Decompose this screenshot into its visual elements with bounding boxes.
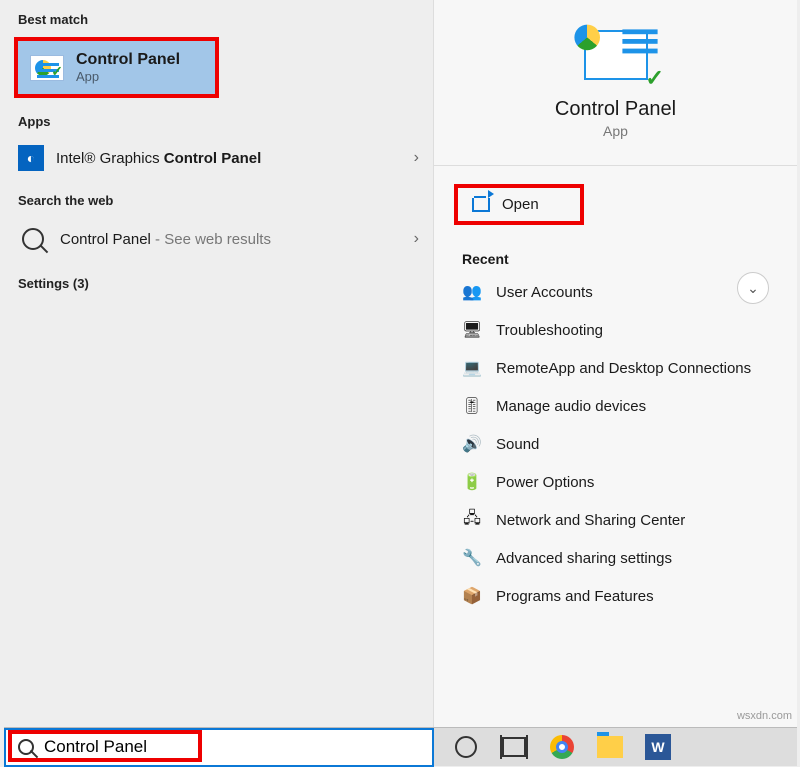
chevron-down-icon: ⌄ — [747, 280, 759, 297]
control-panel-large-icon: ✓ — [584, 30, 648, 80]
remoteapp-icon: 💻 — [462, 358, 482, 378]
divider — [434, 165, 797, 166]
search-icon — [18, 739, 34, 755]
control-panel-icon: ✓ — [30, 55, 64, 81]
app-result-label: Intel® Graphics Control Panel — [56, 150, 261, 167]
app-result-intel-graphics[interactable]: ◐ Intel® Graphics Control Panel › — [4, 135, 433, 181]
open-icon — [472, 198, 490, 212]
chrome-icon[interactable] — [548, 733, 576, 761]
recent-item-programs-features[interactable]: 📦Programs and Features — [434, 577, 797, 615]
detail-pane: ✓ Control Panel App Open ⌄ Recent 👥User … — [434, 0, 797, 727]
detail-title: Control Panel — [555, 98, 676, 121]
user-accounts-icon: 👥 — [462, 282, 482, 302]
recent-heading: Recent — [434, 225, 797, 273]
troubleshooting-icon: 🖥 — [462, 320, 482, 340]
power-icon: 🔋 — [462, 472, 482, 492]
search-icon — [18, 224, 48, 254]
recent-list: 👥User Accounts 🖥Troubleshooting 💻RemoteA… — [434, 273, 797, 615]
expand-button[interactable]: ⌄ — [737, 272, 769, 304]
taskbar-search[interactable] — [4, 728, 434, 767]
recent-item-audio-devices[interactable]: 🎚Manage audio devices — [434, 387, 797, 425]
audio-devices-icon: 🎚 — [462, 396, 482, 416]
sound-icon: 🔊 — [462, 434, 482, 454]
file-explorer-icon[interactable] — [596, 733, 624, 761]
programs-icon: 📦 — [462, 586, 482, 606]
cortana-icon[interactable] — [452, 733, 480, 761]
section-best-match: Best match — [4, 0, 433, 33]
detail-hero: ✓ Control Panel App — [434, 0, 797, 161]
recent-item-network-sharing[interactable]: 🖧Network and Sharing Center — [434, 501, 797, 539]
taskbar: W — [4, 727, 797, 766]
intel-graphics-icon: ◐ — [18, 145, 44, 171]
best-match-result[interactable]: ✓ Control Panel App — [14, 37, 219, 98]
sharing-icon: 🔧 — [462, 548, 482, 568]
recent-item-remoteapp[interactable]: 💻RemoteApp and Desktop Connections — [434, 349, 797, 387]
section-search-web: Search the web — [4, 181, 433, 214]
recent-item-troubleshooting[interactable]: 🖥Troubleshooting — [434, 311, 797, 349]
section-settings[interactable]: Settings (3) — [4, 264, 433, 297]
search-results-pane: Best match ✓ Control Panel App Apps ◐ In… — [4, 0, 434, 727]
recent-item-advanced-sharing[interactable]: 🔧Advanced sharing settings — [434, 539, 797, 577]
chevron-right-icon: › — [414, 230, 419, 248]
recent-item-sound[interactable]: 🔊Sound — [434, 425, 797, 463]
watermark: wsxdn.com — [737, 710, 792, 722]
recent-item-power-options[interactable]: 🔋Power Options — [434, 463, 797, 501]
web-result[interactable]: Control Panel - See web results › — [4, 214, 433, 264]
network-icon: 🖧 — [462, 510, 482, 530]
search-input[interactable] — [44, 737, 420, 757]
open-button[interactable]: Open — [454, 184, 584, 225]
word-icon[interactable]: W — [644, 733, 672, 761]
open-label: Open — [502, 196, 539, 213]
task-view-icon[interactable] — [500, 733, 528, 761]
best-match-subtitle: App — [76, 69, 180, 84]
chevron-right-icon: › — [414, 149, 419, 167]
section-apps: Apps — [4, 102, 433, 135]
web-result-label: Control Panel - See web results — [60, 231, 271, 248]
best-match-title: Control Panel — [76, 51, 180, 69]
detail-subtitle: App — [603, 123, 628, 139]
